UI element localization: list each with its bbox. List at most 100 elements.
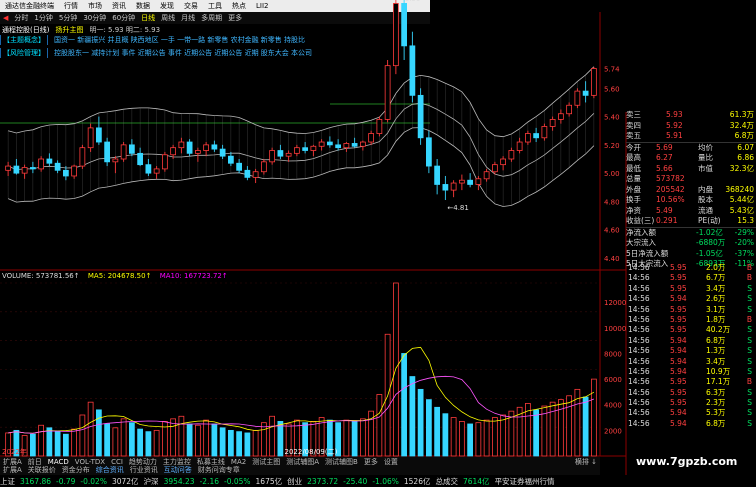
candle-body (458, 179, 465, 184)
trade-row[interactable]: 14:56 5.94 6.8万 S (626, 419, 756, 429)
candle-body (260, 161, 267, 173)
ask-row[interactable]: 卖四 5.92 32.4万 (626, 121, 756, 132)
trade-row[interactable]: 14:56 5.95 2.0万 B (626, 263, 756, 273)
volume-bar (401, 353, 407, 457)
candle-body (566, 104, 573, 115)
stat-label: 内盘 (698, 184, 713, 194)
ask-row[interactable]: 卖三 5.93 61.3万 (626, 110, 756, 121)
ask-label: 卖五 (626, 131, 641, 140)
info-tab[interactable]: 行业资讯 (130, 465, 158, 475)
stat-row: 总量 573782 (626, 174, 756, 185)
trade-flag: S (747, 325, 752, 335)
index-name[interactable]: 沪深 (144, 476, 159, 487)
stat-value: 205542 (656, 184, 685, 194)
trade-flag: S (747, 387, 752, 397)
candle-body (153, 168, 160, 174)
info-tab[interactable]: 互动问答 (164, 465, 192, 475)
trade-row[interactable]: 14:56 5.95 3.1万 S (626, 305, 756, 315)
stat-value: 5.43亿 (729, 205, 754, 215)
candle-body (442, 184, 449, 191)
trade-price: 5.95 (670, 398, 687, 408)
trade-flag: S (747, 366, 752, 376)
stat-row: 换手 10.56% 股本 5.44亿 (626, 195, 756, 206)
trade-price: 5.95 (670, 273, 687, 283)
ask-row[interactable]: 卖五 5.91 6.8万 (626, 131, 756, 142)
index-change: -0.79 (56, 476, 76, 486)
trade-ticks[interactable]: 14:56 5.95 2.0万 B 14:56 5.95 6.7万 B 14:56 5.95 3.4… (626, 263, 756, 429)
info-tab[interactable]: 扩展A (3, 465, 22, 475)
flow-value: -6880万 (696, 238, 726, 247)
volume-bar (38, 424, 45, 457)
volume-bar (227, 429, 234, 457)
ask-price: 5.91 (666, 131, 683, 140)
info-tab[interactable]: 财务问询专章 (198, 465, 240, 475)
trade-volume: 2.3万 (706, 398, 726, 408)
stat-label: 外盘 (626, 184, 641, 194)
candle-body (293, 147, 300, 154)
stat-label: 均价 (698, 142, 713, 152)
trade-volume: 6.8万 (706, 335, 726, 345)
candle-body (525, 133, 531, 143)
index-name[interactable]: 创业 (287, 476, 302, 487)
stat-label: 市值 (698, 163, 713, 173)
price-tick-label: 5.00 (604, 170, 620, 178)
stat-label: 净资 (626, 205, 641, 215)
trade-volume: 6.8万 (706, 418, 726, 428)
trade-time: 14:56 (628, 398, 650, 408)
stat-label: 收益(三) (626, 216, 655, 225)
trade-row[interactable]: 14:56 5.94 10.9万 S (626, 367, 756, 377)
trade-volume: 5.3万 (706, 408, 726, 418)
quote-panel: 卖三 5.93 61.3万 卖四 5.92 32.4万 卖五 5.91 6.8万 今开 5.69 均… (626, 110, 756, 270)
price-tick-label: 4.60 (604, 227, 620, 235)
index-name[interactable]: 总成交 (435, 476, 458, 487)
trade-row[interactable]: 14:56 5.94 6.8万 S (626, 336, 756, 346)
trade-row[interactable]: 14:56 5.95 6.7万 B (626, 273, 756, 283)
trade-volume: 6.7万 (706, 273, 726, 283)
candle-body (351, 143, 358, 147)
volume-bar (54, 431, 61, 457)
trade-row[interactable]: 14:56 5.95 40.2万 S (626, 325, 756, 335)
volume-bar (376, 394, 383, 457)
trade-row[interactable]: 14:56 5.95 1.8万 B (626, 315, 756, 325)
trade-flag: S (747, 356, 752, 366)
candle-body (194, 150, 201, 154)
candle-body (21, 167, 28, 174)
index-name[interactable]: 上证 (0, 476, 15, 487)
candle-body (343, 143, 350, 149)
volume-bar (178, 415, 185, 457)
trade-price: 5.94 (670, 366, 687, 376)
volume-bar (533, 409, 540, 457)
info-tab[interactable]: 资金分布 (62, 465, 90, 475)
info-tab[interactable]: 关联报价 (28, 465, 56, 475)
candle-body (137, 152, 143, 166)
candle-body (170, 147, 176, 156)
status-bar: 上证 3167.86 -0.79 -0.02% 3072亿 沪深 3954.23 -2.16-… (0, 475, 756, 487)
vol-ma10: MA10: 167723.72↑ (159, 272, 228, 280)
vol-ma5-line (8, 346, 595, 434)
trade-row[interactable]: 14:56 5.94 1.3万 S (626, 346, 756, 356)
stat-value: 32.3亿 (729, 163, 754, 173)
volume-bar (549, 401, 556, 457)
trade-row[interactable]: 14:56 5.95 3.4万 S (626, 284, 756, 294)
stat-value: 6.07 (737, 142, 754, 152)
trade-row[interactable]: 14:56 5.94 5.3万 S (626, 408, 756, 418)
ask-label: 卖三 (626, 110, 641, 119)
envelope-lower (7, 127, 595, 207)
trade-row[interactable]: 14:56 5.94 3.4万 S (626, 357, 756, 367)
candle-body (549, 119, 556, 127)
info-tab[interactable]: 综合资讯 (96, 465, 124, 475)
trade-row[interactable]: 14:56 5.95 17.1万 B (626, 377, 756, 387)
candle-body (310, 145, 317, 151)
volume-bar (425, 399, 432, 457)
trade-row[interactable]: 14:56 5.94 2.6万 S (626, 294, 756, 304)
candle-body (219, 148, 226, 157)
trade-volume: 3.4万 (706, 356, 726, 366)
candle-body (161, 154, 168, 170)
trade-row[interactable]: 14:56 5.95 6.3万 S (626, 388, 756, 398)
price-tick-label: 4.80 (604, 198, 620, 206)
trade-row[interactable]: 14:56 5.95 2.3万 S (626, 398, 756, 408)
candle-body (582, 90, 589, 96)
trade-flag: B (746, 377, 752, 387)
volume-bar (170, 418, 176, 457)
trade-price: 5.95 (670, 377, 687, 387)
